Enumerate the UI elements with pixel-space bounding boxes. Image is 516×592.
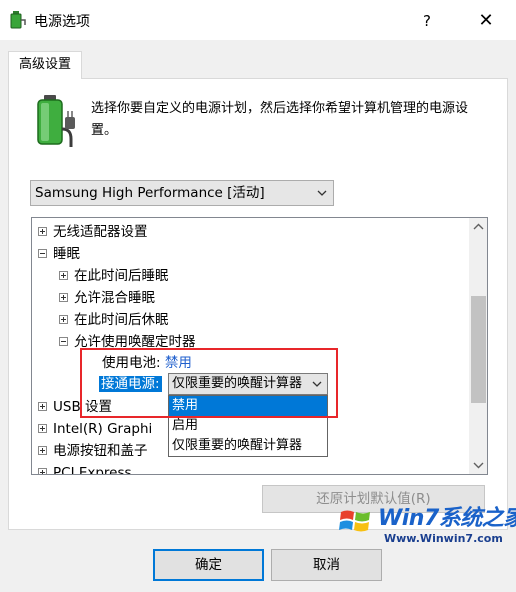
tree-item-label: 允许混合睡眠: [74, 290, 155, 306]
advanced-settings-panel: 选择你要自定义的电源计划，然后选择你希望计算机管理的电源设置。 Samsung …: [8, 78, 508, 530]
setting-on-battery[interactable]: 使用电池: 禁用: [102, 352, 192, 374]
dropdown-option-important-only[interactable]: 仅限重要的唤醒计算器: [169, 436, 327, 456]
scroll-down-icon[interactable]: [469, 456, 488, 474]
plugged-in-label: 接通电源:: [99, 376, 162, 392]
tree-item-power-buttons[interactable]: 电源按钮和盖子: [38, 440, 148, 462]
setting-plugged-in[interactable]: 接通电源:: [99, 373, 162, 395]
tree-item-hibernate-after[interactable]: 在此时间后休眠: [59, 309, 169, 331]
tree-item-label: 允许使用唤醒定时器: [74, 334, 196, 350]
watermark: Win7系统之家 Www.Winwin7.com: [338, 498, 516, 552]
help-button[interactable]: ?: [412, 8, 442, 34]
tree-item-label: 电源按钮和盖子: [53, 443, 148, 459]
scroll-up-icon[interactable]: [469, 218, 488, 236]
tree-item-pci-express[interactable]: PCI Express: [38, 462, 132, 475]
expand-icon[interactable]: [38, 401, 47, 411]
expand-icon[interactable]: [38, 226, 47, 236]
description-text: 选择你要自定义的电源计划，然后选择你希望计算机管理的电源设置。: [91, 101, 469, 138]
expand-icon[interactable]: [38, 445, 47, 455]
expand-icon[interactable]: [38, 423, 47, 433]
close-button[interactable]: ✕: [468, 8, 504, 34]
battery-plug-icon: [37, 95, 75, 147]
collapse-icon[interactable]: [59, 336, 68, 346]
tree-item-wake-timers[interactable]: 允许使用唤醒定时器: [59, 331, 196, 353]
tree-item-sleep-after[interactable]: 在此时间后睡眠: [59, 265, 169, 287]
tree-item-label: USB 设置: [53, 399, 113, 415]
watermark-url: Www.Winwin7.com: [384, 532, 503, 545]
tree-item-label: 睡眠: [53, 246, 80, 262]
chevron-down-icon: [317, 190, 327, 196]
battery-label: 使用电池:: [102, 355, 161, 371]
tree-item-label: 无线适配器设置: [53, 224, 148, 240]
cancel-button[interactable]: 取消: [271, 549, 382, 581]
tree-item-label: Intel(R) Graphi: [53, 421, 153, 437]
dropdown-option-disabled[interactable]: 禁用: [169, 396, 327, 416]
tree-item-wireless-adapter[interactable]: 无线适配器设置: [38, 221, 148, 243]
power-plan-value: Samsung High Performance [活动]: [35, 185, 265, 201]
watermark-brand: Win7系统之家: [378, 506, 516, 531]
tree-item-usb[interactable]: USB 设置: [38, 396, 112, 418]
ok-button[interactable]: 确定: [153, 549, 264, 581]
tree-item-label: PCI Express: [53, 465, 132, 475]
expand-icon[interactable]: [38, 467, 47, 474]
title-bar: 电源选项 ? ✕: [0, 0, 516, 40]
scrollbar-thumb[interactable]: [471, 296, 486, 403]
plugged-in-value: 仅限重要的唤醒计算器: [172, 376, 303, 391]
plugged-in-select[interactable]: 仅限重要的唤醒计算器: [168, 373, 328, 395]
plugged-in-dropdown-list[interactable]: 禁用 启用 仅限重要的唤醒计算器: [168, 395, 328, 457]
tree-item-label: 在此时间后睡眠: [74, 268, 169, 284]
tree-item-sleep[interactable]: 睡眠: [38, 243, 80, 265]
collapse-icon[interactable]: [38, 248, 47, 258]
dropdown-option-enabled[interactable]: 启用: [169, 416, 327, 436]
tree-scrollbar[interactable]: [469, 218, 488, 474]
power-plan-select[interactable]: Samsung High Performance [活动]: [30, 180, 334, 206]
power-options-icon: [10, 11, 26, 29]
tree-item-intel-graphics[interactable]: Intel(R) Graphi: [38, 418, 152, 440]
expand-icon[interactable]: [59, 292, 68, 302]
battery-value-link[interactable]: 禁用: [165, 355, 192, 371]
windows-logo-icon: [339, 510, 370, 532]
expand-icon[interactable]: [59, 314, 68, 324]
tab-advanced-settings[interactable]: 高级设置: [8, 51, 82, 79]
tree-item-label: 在此时间后休眠: [74, 312, 169, 328]
tree-item-hybrid-sleep[interactable]: 允许混合睡眠: [59, 287, 155, 309]
window-title: 电源选项: [34, 14, 90, 30]
expand-icon[interactable]: [59, 270, 68, 280]
chevron-down-icon: [312, 381, 322, 387]
settings-tree[interactable]: 无线适配器设置 睡眠 在此时间后睡眠 允许混合睡眠 在此时间后休眠 允许使用唤醒…: [31, 217, 488, 475]
